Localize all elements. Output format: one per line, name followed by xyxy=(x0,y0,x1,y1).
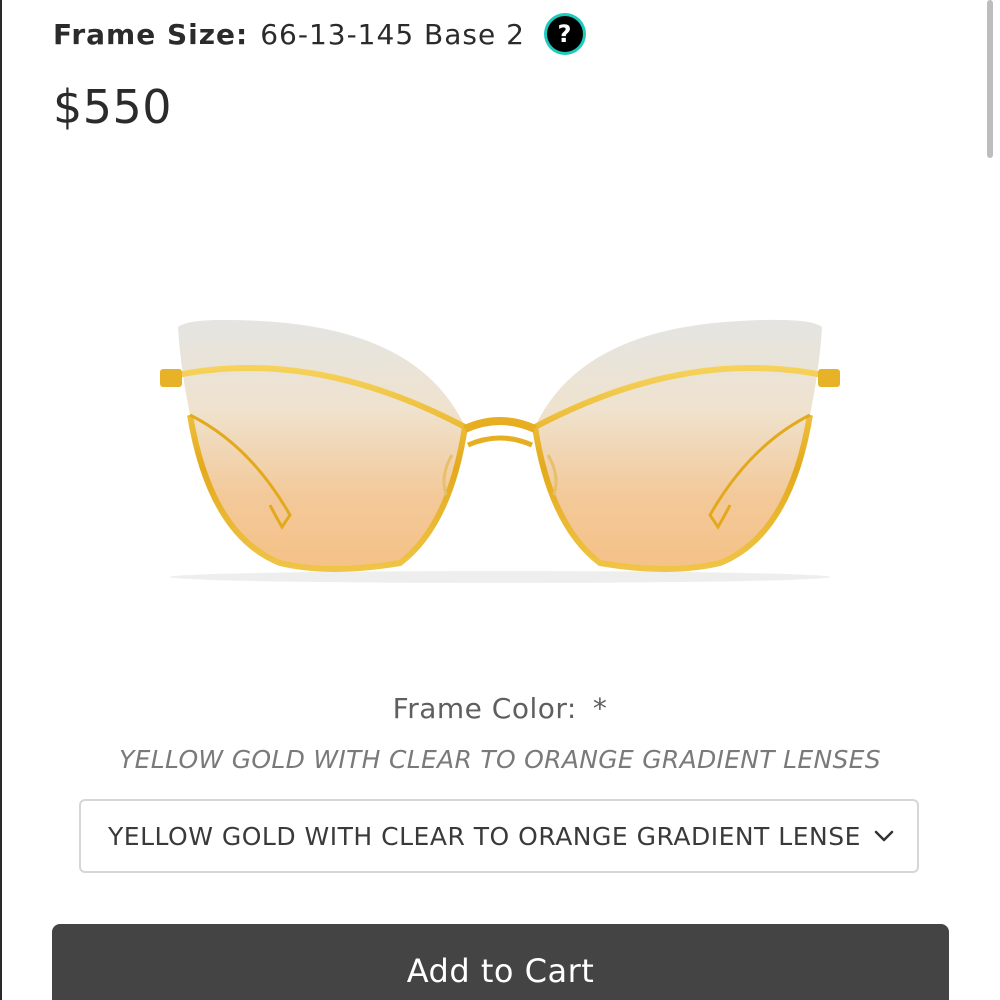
frame-size-value: 66-13-145 Base 2 xyxy=(260,17,525,51)
product-price: $550 xyxy=(53,80,173,134)
frame-color-select[interactable]: YELLOW GOLD WITH CLEAR TO ORANGE GRADIEN… xyxy=(79,799,919,873)
frame-size-row: Frame Size: 66-13-145 Base 2 ? xyxy=(53,12,583,56)
product-image xyxy=(160,319,840,583)
frame-size-colon: : xyxy=(236,17,249,51)
frame-color-select-value: YELLOW GOLD WITH CLEAR TO ORANGE GRADIEN… xyxy=(108,821,859,851)
chevron-down-icon[interactable] xyxy=(873,825,895,847)
frame-color-label-text: Frame Color: xyxy=(392,692,577,725)
add-to-cart-button[interactable]: Add to Cart xyxy=(52,924,949,1000)
required-marker: * xyxy=(592,692,608,725)
frame-color-label: Frame Color: * xyxy=(0,692,1000,725)
frame-size-label: Frame Size xyxy=(53,17,237,51)
question-circle-icon[interactable]: ? xyxy=(546,16,583,52)
scrollbar[interactable] xyxy=(987,0,993,158)
window-edge xyxy=(0,0,2,1000)
frame-color-selected-text: YELLOW GOLD WITH CLEAR TO ORANGE GRADIEN… xyxy=(119,745,881,774)
